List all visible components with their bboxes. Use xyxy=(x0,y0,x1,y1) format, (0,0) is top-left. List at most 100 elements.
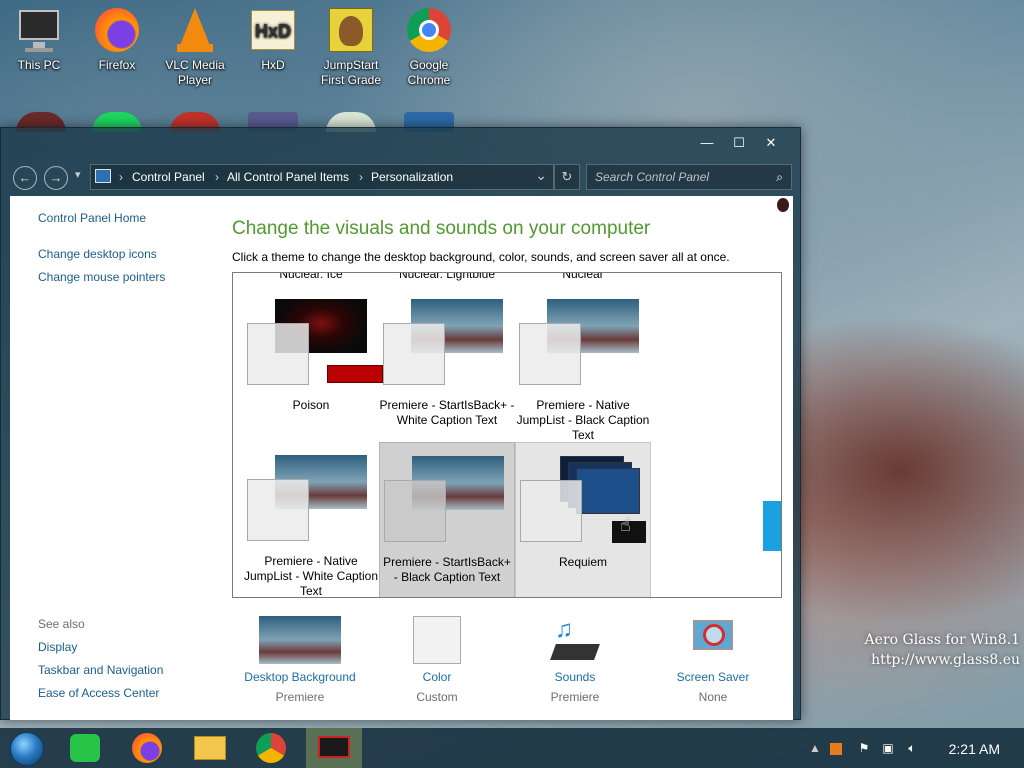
desktop-icon-firefox[interactable]: Firefox xyxy=(78,6,156,73)
chrome-icon xyxy=(256,733,286,763)
desktop-icon-vlc[interactable]: VLC Media Player xyxy=(156,6,234,88)
theme-window-preview xyxy=(383,323,445,385)
start-button[interactable] xyxy=(0,728,56,768)
see-also-title: See also xyxy=(38,617,85,631)
control-panel-icon xyxy=(95,169,111,183)
color-value: Custom xyxy=(416,690,458,704)
taskbar-chrome[interactable] xyxy=(244,728,300,768)
breadcrumb-all-items[interactable]: All Control Panel Items xyxy=(227,165,349,189)
mouse-cursor-icon: ☝ xyxy=(620,515,631,535)
search-placeholder: Search Control Panel xyxy=(595,170,710,184)
flag-icon[interactable]: ⚑ xyxy=(854,728,874,768)
control-panel-home-link[interactable]: Control Panel Home xyxy=(38,211,146,225)
color-label[interactable]: Color xyxy=(372,670,502,684)
desktop-icon-jumpstart[interactable]: JumpStart First Grade xyxy=(312,6,390,88)
theme-label-cut[interactable]: Nuclear. Lightblue xyxy=(379,273,515,281)
change-desktop-icons-link[interactable]: Change desktop icons xyxy=(38,247,157,261)
desktop-icon-label: Google Chrome xyxy=(407,58,451,87)
sounds-label[interactable]: Sounds xyxy=(510,670,640,684)
theme-label: Premiere - StartIsBack+ - White Caption … xyxy=(379,398,515,427)
jumpstart-icon xyxy=(327,6,375,54)
desktop-icon-chrome[interactable]: Google Chrome xyxy=(390,6,468,88)
forward-button[interactable]: → xyxy=(44,166,68,190)
theme-premiere-startisback-white[interactable]: Premiere - StartIsBack+ - White Caption … xyxy=(379,286,515,442)
breadcrumb-control-panel[interactable]: Control Panel xyxy=(132,165,205,189)
desktop-background-label[interactable]: Desktop Background xyxy=(235,670,365,684)
tray-overflow-icon[interactable]: ▲ xyxy=(806,728,824,768)
theme-label: Requiem xyxy=(558,555,608,569)
sounds-icon: ♫ xyxy=(550,616,600,664)
user-avatar[interactable] xyxy=(777,198,789,212)
theme-label: Premiere - Native JumpList - Black Capti… xyxy=(516,398,650,442)
theme-poison[interactable]: Poison xyxy=(243,286,383,442)
taskbar-firefox[interactable] xyxy=(120,728,176,768)
theme-premiere-native-black[interactable]: Premiere - Native JumpList - Black Capti… xyxy=(515,286,651,442)
taskbar-spotify-notes[interactable] xyxy=(58,728,114,768)
theme-window-preview xyxy=(519,323,581,385)
search-icon[interactable]: ⌕ xyxy=(776,165,783,189)
theme-requiem[interactable]: ☝ Requiem xyxy=(515,442,651,597)
search-input[interactable]: Search Control Panel ⌕ xyxy=(586,164,792,190)
color-setting[interactable]: Color Custom xyxy=(372,616,502,704)
tray-app-icon[interactable] xyxy=(826,728,846,768)
page-subtitle: Click a theme to change the desktop back… xyxy=(232,250,730,264)
chrome-icon xyxy=(405,6,453,54)
address-dropdown-icon[interactable]: ⌄ xyxy=(535,163,547,187)
recent-locations-button[interactable]: ▾ xyxy=(75,168,81,181)
theme-window-preview xyxy=(247,323,309,385)
content-pane: Control Panel Home Change desktop icons … xyxy=(10,196,793,720)
address-bar[interactable]: › Control Panel › All Control Panel Item… xyxy=(90,164,554,190)
poison-logo xyxy=(327,365,383,383)
taskbar-active-app[interactable] xyxy=(306,728,362,768)
breadcrumb-separator: › xyxy=(215,170,219,184)
volume-icon[interactable]: 🔈︎ xyxy=(902,728,922,768)
theme-label-cut[interactable]: Nuclear. Ice xyxy=(243,273,379,281)
taskbar: ▲ ⚑ ▣ 🔈︎ 2:21 AM xyxy=(0,728,1024,768)
orange-tray-icon xyxy=(830,742,842,755)
back-button[interactable]: ← xyxy=(13,166,37,190)
desktop-icon-hxd[interactable]: HxD HxD xyxy=(234,6,312,73)
refresh-button[interactable]: ↻ xyxy=(554,164,580,190)
desktop-icon-label: This PC xyxy=(17,58,61,72)
desktop-icon-label: Firefox xyxy=(98,58,136,72)
taskbar-navigation-link[interactable]: Taskbar and Navigation xyxy=(38,663,163,677)
green-app-icon xyxy=(70,734,100,762)
minimize-button[interactable]: — xyxy=(691,128,723,158)
navigation-bar: ← → ▾ › Control Panel › All Control Pane… xyxy=(1,160,800,194)
maximize-button[interactable]: ☐ xyxy=(723,128,755,158)
screen-saver-label[interactable]: Screen Saver xyxy=(648,670,778,684)
screen-saver-setting[interactable]: Screen Saver None xyxy=(648,616,778,704)
clock[interactable]: 2:21 AM xyxy=(949,728,1000,768)
desktop-icon-this-pc[interactable]: This PC xyxy=(0,6,78,73)
windows-start-icon xyxy=(10,732,44,766)
sounds-setting[interactable]: ♫ Sounds Premiere xyxy=(510,616,640,704)
theme-label-cut[interactable]: Nuclear xyxy=(515,273,651,281)
firefox-icon xyxy=(93,6,141,54)
theme-premiere-native-white[interactable]: Premiere - Native JumpList - White Capti… xyxy=(243,442,379,597)
active-app-icon xyxy=(318,736,350,758)
gallery-scrollbar-thumb[interactable] xyxy=(763,501,781,551)
theme-label: Poison xyxy=(292,398,330,412)
breadcrumb-separator: › xyxy=(359,170,363,184)
breadcrumb-personalization[interactable]: Personalization xyxy=(371,165,453,189)
page-title: Change the visuals and sounds on your co… xyxy=(232,218,651,239)
breadcrumb-separator: › xyxy=(119,170,123,184)
hxd-icon: HxD xyxy=(249,6,297,54)
desktop-icon-label: HxD xyxy=(261,58,285,72)
taskbar-file-explorer[interactable] xyxy=(182,728,238,768)
desktop-background-thumbnail xyxy=(259,616,341,664)
theme-window-preview xyxy=(384,480,446,542)
desktop-background-setting[interactable]: Desktop Background Premiere xyxy=(235,616,365,704)
ease-of-access-link[interactable]: Ease of Access Center xyxy=(38,686,159,700)
title-bar[interactable]: — ☐ ✕ xyxy=(1,128,800,158)
network-icon[interactable]: ▣ xyxy=(878,728,898,768)
change-mouse-pointers-link[interactable]: Change mouse pointers xyxy=(38,270,165,284)
display-link[interactable]: Display xyxy=(38,640,77,654)
color-swatch xyxy=(413,616,461,664)
vlc-icon xyxy=(171,6,219,54)
desktop-background-value: Premiere xyxy=(275,690,325,704)
close-button[interactable]: ✕ xyxy=(755,128,787,158)
desktop-icon-label: VLC Media Player xyxy=(165,58,225,87)
desktop-icon-label: JumpStart First Grade xyxy=(320,58,381,87)
theme-premiere-startisback-black[interactable]: Premiere - StartIsBack+ - Black Caption … xyxy=(379,442,515,597)
